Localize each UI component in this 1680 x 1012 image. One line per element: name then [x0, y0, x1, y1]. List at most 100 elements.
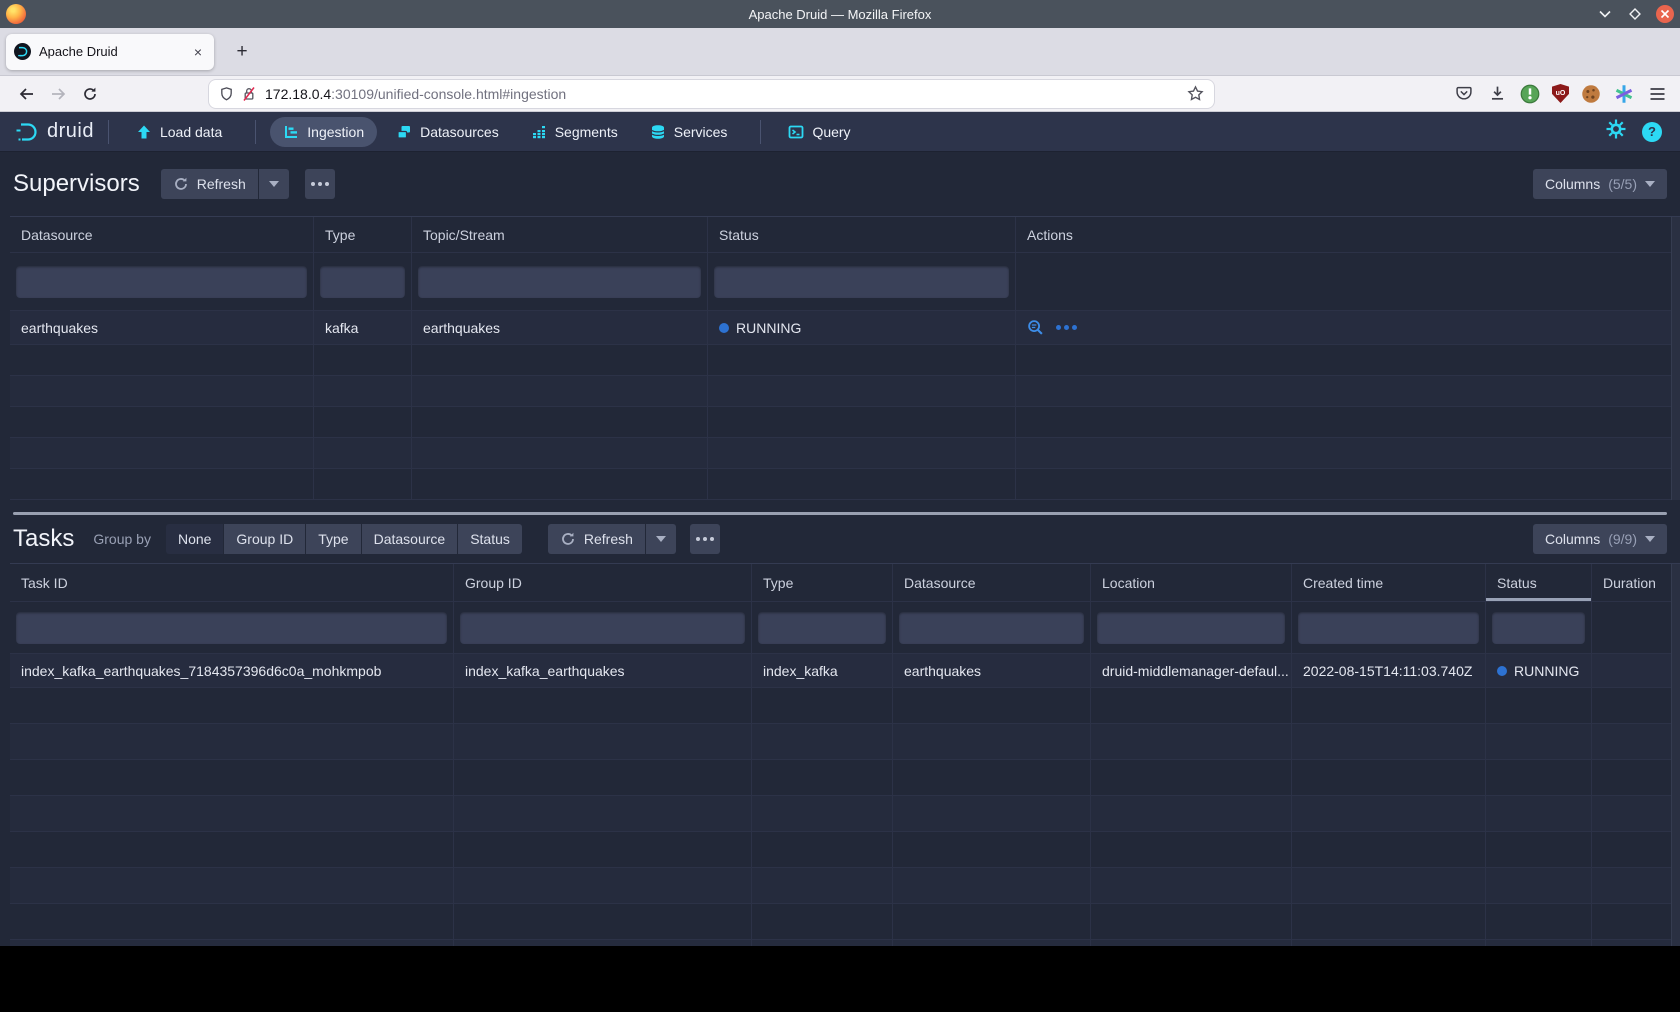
ublock-origin-icon[interactable]: uO — [1552, 84, 1569, 103]
cell-created-time: 2022-08-15T14:11:03.740Z — [1292, 654, 1486, 687]
group-by-datasource-button[interactable]: Datasource — [362, 524, 458, 554]
tracking-shield-icon[interactable] — [219, 86, 234, 102]
supervisors-scrollbar[interactable] — [1671, 217, 1680, 500]
col-header-topic-stream[interactable]: Topic/Stream — [412, 217, 708, 252]
browser-tab-apache-druid[interactable]: Apache Druid × — [6, 34, 214, 70]
group-by-type-button[interactable]: Type — [306, 524, 360, 554]
col-header-datasource[interactable]: Datasource — [10, 217, 314, 252]
supervisors-columns-button[interactable]: Columns (5/5) — [1533, 169, 1667, 199]
settings-gear-icon[interactable] — [1606, 119, 1626, 144]
col-header-datasource[interactable]: Datasource — [893, 564, 1091, 601]
supervisors-more-button[interactable] — [305, 169, 335, 199]
druid-logo[interactable]: druid — [14, 120, 94, 144]
col-header-type[interactable]: Type — [752, 564, 893, 601]
privacy-extension-icon[interactable] — [1519, 83, 1541, 105]
supervisors-header-row: Datasource Type Topic/Stream Status Acti… — [10, 217, 1671, 253]
menu-hamburger-icon[interactable] — [1646, 83, 1668, 105]
help-icon[interactable]: ? — [1642, 122, 1662, 142]
reload-button[interactable] — [74, 80, 106, 108]
empty-row — [10, 904, 1671, 940]
cell-datasource: earthquakes — [10, 311, 314, 344]
window-maximize-button[interactable] — [1626, 5, 1644, 23]
filter-datasource-input[interactable] — [16, 266, 307, 298]
empty-row — [10, 688, 1671, 724]
supervisor-row-earthquakes[interactable]: earthquakes kafka earthquakes RUNNING — [10, 311, 1671, 345]
group-by-group-id-button[interactable]: Group ID — [224, 524, 305, 554]
group-by-none-button[interactable]: None — [166, 524, 223, 554]
col-header-duration[interactable]: Duration — [1592, 564, 1671, 601]
filter-created-time-input[interactable] — [1298, 612, 1479, 644]
filter-task-id-input[interactable] — [16, 612, 447, 644]
cell-topic: earthquakes — [412, 311, 708, 344]
empty-row — [10, 796, 1671, 832]
forward-button[interactable] — [42, 80, 74, 108]
navbar-divider — [255, 120, 256, 144]
filter-status-input[interactable] — [1492, 612, 1585, 644]
supervisors-title: Supervisors — [13, 170, 140, 198]
nav-ingestion[interactable]: Ingestion — [270, 117, 377, 147]
col-header-group-id[interactable]: Group ID — [454, 564, 752, 601]
col-header-task-id[interactable]: Task ID — [10, 564, 454, 601]
empty-row — [10, 724, 1671, 760]
empty-row — [10, 868, 1671, 904]
empty-row — [10, 760, 1671, 796]
empty-row — [10, 832, 1671, 868]
status-running-dot — [1497, 666, 1507, 676]
navbar-divider — [760, 120, 761, 144]
new-tab-button[interactable]: + — [228, 41, 256, 63]
col-header-status-sorted[interactable]: Status — [1486, 564, 1592, 601]
cookie-extension-icon[interactable] — [1580, 83, 1602, 105]
empty-row — [10, 376, 1671, 407]
filter-datasource-input[interactable] — [899, 612, 1084, 644]
view-detail-icon[interactable] — [1027, 319, 1044, 336]
group-by-status-button[interactable]: Status — [458, 524, 522, 554]
window-title: Apache Druid — Mozilla Firefox — [0, 7, 1680, 22]
filter-location-input[interactable] — [1097, 612, 1285, 644]
tasks-title: Tasks — [13, 525, 74, 553]
druid-brand-text: druid — [47, 120, 94, 143]
tab-close-icon[interactable]: × — [190, 44, 206, 60]
url-text[interactable]: 172.18.0.4:30109/unified-console.html#in… — [265, 86, 1187, 102]
asterisk-extension-icon[interactable] — [1613, 83, 1635, 105]
tasks-more-button[interactable] — [690, 524, 720, 554]
bookmark-star-icon[interactable] — [1187, 85, 1204, 102]
filter-type-input[interactable] — [320, 266, 405, 298]
tasks-refresh-caret-button[interactable] — [646, 524, 676, 554]
url-bar[interactable]: 172.18.0.4:30109/unified-console.html#in… — [209, 80, 1214, 108]
cell-group-id: index_kafka_earthquakes — [454, 654, 752, 687]
col-header-status[interactable]: Status — [708, 217, 1016, 252]
pocket-icon[interactable] — [1453, 83, 1475, 105]
nav-segments[interactable]: Segments — [518, 117, 631, 147]
filter-topic-input[interactable] — [418, 266, 701, 298]
empty-row — [10, 438, 1671, 469]
nav-datasources[interactable]: Datasources — [383, 117, 512, 147]
filter-status-input[interactable] — [714, 266, 1009, 298]
nav-load-data[interactable]: Load data — [123, 117, 235, 147]
tasks-columns-button[interactable]: Columns (9/9) — [1533, 524, 1667, 554]
col-header-created-time[interactable]: Created time — [1292, 564, 1486, 601]
tasks-scrollbar[interactable] — [1671, 564, 1680, 946]
extension-toolbar: uO — [1453, 83, 1670, 105]
window-close-button[interactable] — [1656, 5, 1674, 23]
task-row-index-kafka-earthquakes[interactable]: index_kafka_earthquakes_7184357396d6c0a_… — [10, 654, 1671, 688]
downloads-icon[interactable] — [1486, 83, 1508, 105]
ingestion-icon — [283, 124, 299, 140]
section-resize-divider[interactable] — [13, 512, 1667, 515]
empty-row — [10, 345, 1671, 376]
col-header-actions[interactable]: Actions — [1016, 217, 1671, 252]
filter-group-id-input[interactable] — [460, 612, 745, 644]
filter-type-input[interactable] — [758, 612, 886, 644]
supervisors-toolbar: Supervisors Refresh Columns (5/5) — [0, 166, 1680, 202]
nav-services[interactable]: Services — [637, 117, 741, 147]
services-icon — [650, 124, 666, 140]
col-header-location[interactable]: Location — [1091, 564, 1292, 601]
insecure-lock-icon[interactable] — [241, 86, 257, 102]
tasks-refresh-button[interactable]: Refresh — [548, 524, 645, 554]
supervisors-refresh-caret-button[interactable] — [259, 169, 289, 199]
col-header-type[interactable]: Type — [314, 217, 412, 252]
window-minimize-button[interactable] — [1596, 5, 1614, 23]
row-more-actions-icon[interactable] — [1056, 325, 1077, 330]
nav-query[interactable]: Query — [775, 117, 863, 147]
back-button[interactable] — [10, 80, 42, 108]
supervisors-refresh-button[interactable]: Refresh — [161, 169, 258, 199]
